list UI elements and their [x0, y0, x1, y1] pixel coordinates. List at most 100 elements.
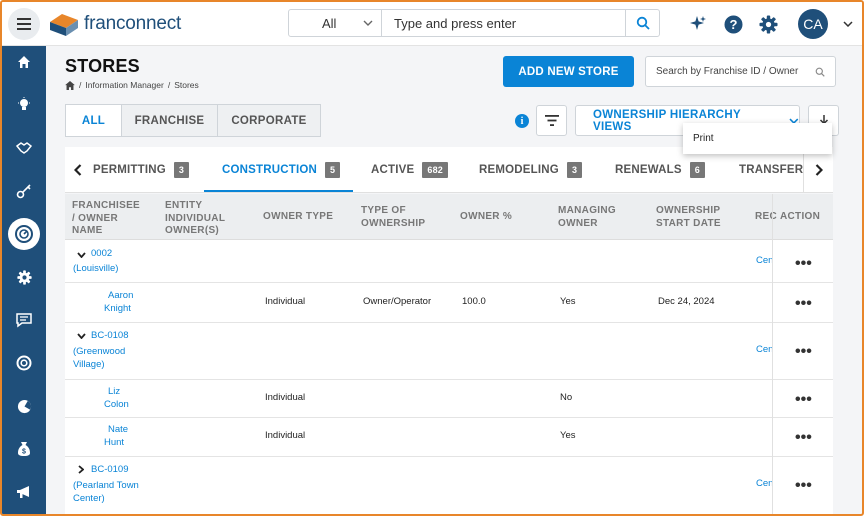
pie-chart-icon[interactable]	[8, 390, 40, 422]
filter-icon	[544, 115, 559, 126]
download-menu: Print	[683, 123, 832, 154]
home-icon[interactable]	[65, 80, 75, 90]
tab-construction[interactable]: CONSTRUCTION 5	[222, 147, 341, 192]
menu-icon[interactable]	[8, 8, 40, 40]
help-icon[interactable]: ?	[723, 14, 743, 34]
tab-active[interactable]: ACTIVE 682	[371, 147, 448, 192]
chevron-down-icon[interactable]	[838, 14, 858, 34]
tab-count-badge: 682	[422, 162, 448, 178]
svg-text:$: $	[22, 449, 26, 456]
store-id-link[interactable]: BC-0109	[91, 464, 129, 477]
managing-owner-cell: Yes	[560, 296, 576, 307]
brand-logo[interactable]: franconnect	[48, 10, 181, 38]
managing-owner-cell: No	[560, 392, 573, 403]
table-row: BC-0109 (Pearland Town Center) Cen •••	[65, 457, 833, 514]
tab-label: RENEWALS	[615, 164, 682, 176]
more-actions-icon[interactable]: •••	[795, 430, 812, 446]
settings-icon[interactable]	[8, 261, 40, 293]
column-header-rec[interactable]: REC	[755, 211, 777, 224]
owner-name-link[interactable]: Nate Hunt	[104, 424, 128, 449]
store-location[interactable]: (Louisville)	[73, 263, 118, 276]
gear-icon[interactable]	[758, 14, 778, 34]
store-id-link[interactable]: BC-0108	[91, 330, 129, 343]
megaphone-icon[interactable]	[8, 476, 40, 508]
column-header-owner-pct[interactable]: OWNER %	[460, 211, 512, 224]
home-icon[interactable]	[8, 46, 40, 78]
chevron-right-icon[interactable]	[78, 465, 85, 477]
handshake-icon[interactable]	[8, 132, 40, 164]
store-location[interactable]: (Greenwood Village)	[73, 346, 125, 371]
owner-type-cell: Individual	[265, 430, 306, 441]
column-header-type-of-ownership[interactable]: TYPE OF OWNERSHIP	[361, 205, 425, 230]
owner-type-cell: Individual	[265, 392, 306, 403]
chat-icon[interactable]	[8, 304, 40, 336]
user-avatar[interactable]: CA	[798, 9, 828, 39]
table-row: Liz Colon Individual No •••	[65, 380, 833, 418]
search-input[interactable]	[382, 10, 625, 36]
column-header-franchisee[interactable]: FRANCHISEE / OWNER NAME	[72, 200, 140, 238]
filter-button[interactable]	[536, 105, 567, 136]
tab-count-badge: 3	[566, 162, 583, 178]
store-type-filter: ALL FRANCHISE CORPORATE	[65, 104, 321, 137]
more-actions-icon[interactable]: •••	[795, 478, 812, 494]
chevron-down-icon[interactable]	[77, 249, 86, 261]
segment-franchise[interactable]: FRANCHISE	[122, 105, 218, 136]
segment-corporate[interactable]: CORPORATE	[218, 105, 320, 136]
more-actions-icon[interactable]: •••	[795, 344, 812, 360]
sidebar: $	[2, 46, 46, 514]
column-header-owner-type[interactable]: OWNER TYPE	[263, 211, 333, 224]
more-actions-icon[interactable]: •••	[795, 296, 812, 312]
lightbulb-icon[interactable]	[8, 89, 40, 121]
tab-remodeling[interactable]: REMODELING 3	[479, 147, 583, 192]
info-icon[interactable]: i	[515, 114, 529, 128]
managing-owner-cell: Yes	[560, 430, 576, 441]
column-header-entity[interactable]: ENTITY INDIVIDUAL OWNER(S)	[165, 200, 225, 238]
brand-name: franconnect	[84, 13, 182, 34]
search-category-select[interactable]: All	[289, 10, 382, 36]
dashboard-icon[interactable]	[8, 218, 40, 250]
chevron-left-icon[interactable]	[65, 147, 91, 192]
rec-cell[interactable]: Cen	[756, 255, 773, 268]
svg-text:?: ?	[729, 17, 737, 32]
chevron-down-icon[interactable]	[77, 330, 86, 342]
support-icon[interactable]	[8, 347, 40, 379]
start-date-cell: Dec 24, 2024	[658, 296, 715, 307]
store-id-link[interactable]: 0002	[91, 248, 112, 261]
store-location[interactable]: (Pearland Town Center)	[73, 480, 139, 505]
more-actions-icon[interactable]: •••	[795, 256, 812, 272]
segment-all[interactable]: ALL	[66, 105, 122, 136]
tab-count-badge: 3	[173, 162, 190, 178]
column-header-action: ACTION	[777, 211, 821, 224]
owner-name-link[interactable]: Aaron Knight	[104, 290, 133, 315]
franconnect-logo-icon	[50, 14, 78, 36]
more-actions-icon[interactable]: •••	[795, 392, 812, 408]
action-column-divider	[772, 194, 773, 514]
table-header: FRANCHISEE / OWNER NAME ENTITY INDIVIDUAL OW…	[65, 194, 833, 240]
tab-permitting[interactable]: PERMITTING 3	[93, 147, 190, 192]
breadcrumb-item[interactable]: Information Manager	[85, 80, 163, 90]
menu-item-print[interactable]: Print	[693, 133, 714, 144]
stores-table: FRANCHISEE / OWNER NAME ENTITY INDIVIDUAL OW…	[65, 194, 833, 514]
table-row: Nate Hunt Individual Yes •••	[65, 418, 833, 457]
money-bag-icon[interactable]: $	[8, 433, 40, 465]
franchise-search-placeholder: Search by Franchise ID / Owner	[656, 66, 799, 77]
tab-count-badge: 6	[689, 162, 705, 178]
rec-cell[interactable]: Cen	[756, 344, 773, 357]
tab-label: PERMITTING	[93, 164, 166, 176]
sparkle-icon[interactable]	[688, 14, 708, 34]
tab-label: REMODELING	[479, 164, 559, 176]
owner-name-link[interactable]: Liz Colon	[104, 386, 129, 411]
add-new-store-button[interactable]: ADD NEW STORE	[503, 56, 634, 87]
rec-cell[interactable]: Cen	[756, 478, 773, 491]
top-bar: franconnect All ? CA	[2, 2, 862, 46]
franchise-search-input[interactable]: Search by Franchise ID / Owner	[645, 56, 836, 87]
app-frame: franconnect All ? CA	[0, 0, 864, 516]
search-button[interactable]	[625, 10, 659, 36]
column-header-managing-owner[interactable]: MANAGING OWNER	[558, 205, 616, 230]
table-row: BC-0108 (Greenwood Village) Cen •••	[65, 323, 833, 380]
table-row: Aaron Knight Individual Owner/Operator 10…	[65, 283, 833, 323]
column-header-start-date[interactable]: OWNERSHIP START DATE	[656, 205, 721, 230]
chevron-down-icon	[363, 20, 373, 26]
key-icon[interactable]	[8, 175, 40, 207]
search-category-value: All	[322, 15, 337, 31]
